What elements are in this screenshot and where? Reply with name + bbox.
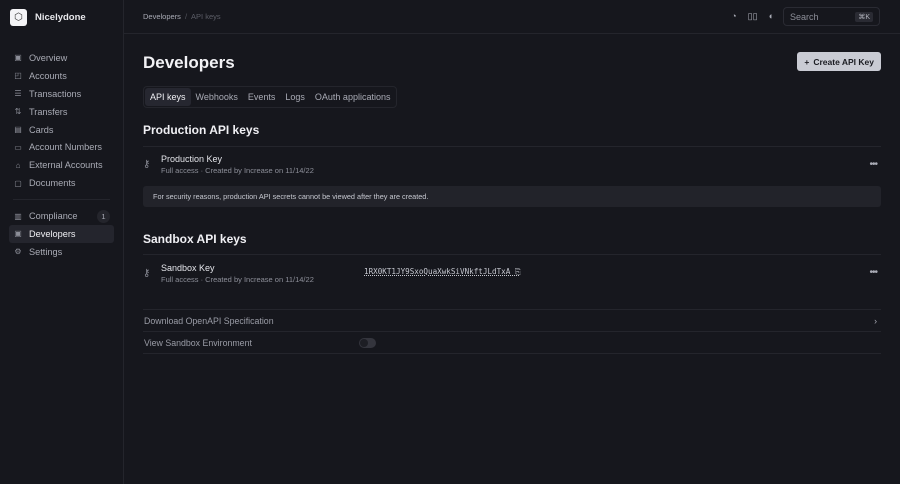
document-icon: ▥ xyxy=(14,211,22,221)
security-notice: For security reasons, production API sec… xyxy=(143,186,881,207)
download-openapi-link[interactable]: Download OpenAPI Specification › xyxy=(143,309,881,331)
arrows-icon: ⇅ xyxy=(14,107,22,117)
shortcut-hint: ⌘K xyxy=(855,11,873,22)
sidebar-item-label: Developers xyxy=(29,228,76,239)
toggle-theme-icon[interactable]: ◐ xyxy=(769,11,774,22)
breadcrumb: Developers / API keys xyxy=(143,12,221,21)
link-label: View Sandbox Environment xyxy=(144,337,252,348)
sandbox-toggle[interactable] xyxy=(359,338,376,348)
secret-value: 1RX0KT1JY9SxoQuaXwkSiVNkftJLdTxA xyxy=(364,267,511,276)
more-options-icon[interactable]: ••• xyxy=(869,267,877,278)
key-icon: ⚷ xyxy=(143,159,151,170)
sandbox-heading: Sandbox API keys xyxy=(143,232,247,246)
bank-icon: ⌂ xyxy=(15,160,21,170)
book-icon[interactable]: ▯▯ xyxy=(748,11,758,22)
key-details: Full access · Created by Increase on 11/… xyxy=(161,275,314,284)
sidebar-item-accounts[interactable]: ◰ Accounts xyxy=(9,67,114,85)
search-placeholder: Search xyxy=(790,11,819,22)
breadcrumb-developers[interactable]: Developers xyxy=(143,12,181,21)
count-badge: 1 xyxy=(97,209,110,223)
sidebar-item-cards[interactable]: ▤ Cards xyxy=(9,121,114,139)
sidebar-item-external-accounts[interactable]: ⌂ External Accounts xyxy=(9,156,114,174)
view-sandbox-row: View Sandbox Environment xyxy=(143,331,881,353)
brand-name: Nicelydone xyxy=(35,11,86,23)
sidebar-item-compliance[interactable]: ▥ Compliance 1 xyxy=(9,207,114,225)
sidebar-item-label: Settings xyxy=(29,246,63,257)
sidebar-item-account-numbers[interactable]: ▭ Account Numbers xyxy=(9,138,114,156)
sidebar-item-label: External Accounts xyxy=(29,160,103,171)
tabs: API keys Webhooks Events Logs OAuth appl… xyxy=(143,86,398,108)
chat-icon[interactable]: ◔ xyxy=(731,11,736,22)
sidebar-item-label: Account Numbers xyxy=(29,142,103,153)
tab-oauth-applications[interactable]: OAuth applications xyxy=(310,88,396,106)
main-content: Developers + Create API Key API keys Webh… xyxy=(143,34,881,354)
sidebar-item-label: Accounts xyxy=(29,70,67,81)
divider xyxy=(13,199,110,201)
key-icon: ⚷ xyxy=(143,268,151,279)
api-secret[interactable]: 1RX0KT1JY9SxoQuaXwkSiVNkftJLdTxA ⎘ xyxy=(364,267,521,277)
chevron-right-icon: › xyxy=(874,315,877,326)
link-label: Download OpenAPI Specification xyxy=(144,315,274,326)
sidebar-item-transactions[interactable]: ☰ Transactions xyxy=(9,85,114,103)
page-title: Developers xyxy=(143,53,235,72)
sidebar-item-label: Compliance xyxy=(29,211,78,222)
gear-icon: ⚙ xyxy=(14,247,22,257)
folder-icon: ▢ xyxy=(14,178,22,188)
sidebar-item-developers[interactable]: ▣ Developers xyxy=(9,225,114,243)
workspace-switcher[interactable]: ⬡ Nicelydone xyxy=(0,0,123,34)
number-icon: ▭ xyxy=(14,142,22,152)
create-api-key-button[interactable]: + Create API Key xyxy=(797,52,881,71)
production-heading: Production API keys xyxy=(143,123,260,137)
breadcrumb-current: API keys xyxy=(191,12,221,21)
tab-events[interactable]: Events xyxy=(243,88,281,106)
production-key-row: ⚷ Production Key Full access · Created by… xyxy=(143,146,881,182)
logo-icon: ⬡ xyxy=(10,8,27,26)
key-details: Full access · Created by Increase on 11/… xyxy=(161,166,314,175)
search-input[interactable]: Search ⌘K xyxy=(783,7,880,26)
tab-logs[interactable]: Logs xyxy=(280,88,310,106)
terminal-icon: ▣ xyxy=(14,229,22,239)
card-icon: ▤ xyxy=(14,125,22,134)
chart-icon: ▣ xyxy=(14,53,22,63)
sandbox-key-row: ⚷ Sandbox Key Full access · Created by In… xyxy=(143,254,881,292)
sidebar: ⬡ Nicelydone ▣ Overview ◰ Accounts ☰ Transa… xyxy=(0,0,124,484)
button-label: Create API Key xyxy=(813,56,874,67)
tab-webhooks[interactable]: Webhooks xyxy=(191,88,243,106)
tab-api-keys[interactable]: API keys xyxy=(145,88,191,106)
copy-icon[interactable]: ⎘ xyxy=(515,267,521,276)
wallet-icon: ◰ xyxy=(14,71,22,81)
list-icon: ☰ xyxy=(14,89,22,99)
sidebar-item-label: Documents xyxy=(29,178,76,189)
more-options-icon[interactable]: ••• xyxy=(869,159,877,170)
sidebar-item-label: Overview xyxy=(29,52,68,63)
plus-icon: + xyxy=(804,56,810,67)
sidebar-item-documents[interactable]: ▢ Documents xyxy=(9,174,114,192)
sidebar-item-transfers[interactable]: ⇅ Transfers xyxy=(9,103,114,121)
sidebar-item-label: Cards xyxy=(29,124,54,135)
sidebar-item-label: Transactions xyxy=(29,88,82,99)
sidebar-item-settings[interactable]: ⚙ Settings xyxy=(9,243,114,261)
sidebar-item-overview[interactable]: ▣ Overview xyxy=(9,49,114,67)
key-name: Sandbox Key xyxy=(161,263,215,273)
key-name: Production Key xyxy=(161,154,223,164)
sidebar-item-label: Transfers xyxy=(29,106,68,117)
